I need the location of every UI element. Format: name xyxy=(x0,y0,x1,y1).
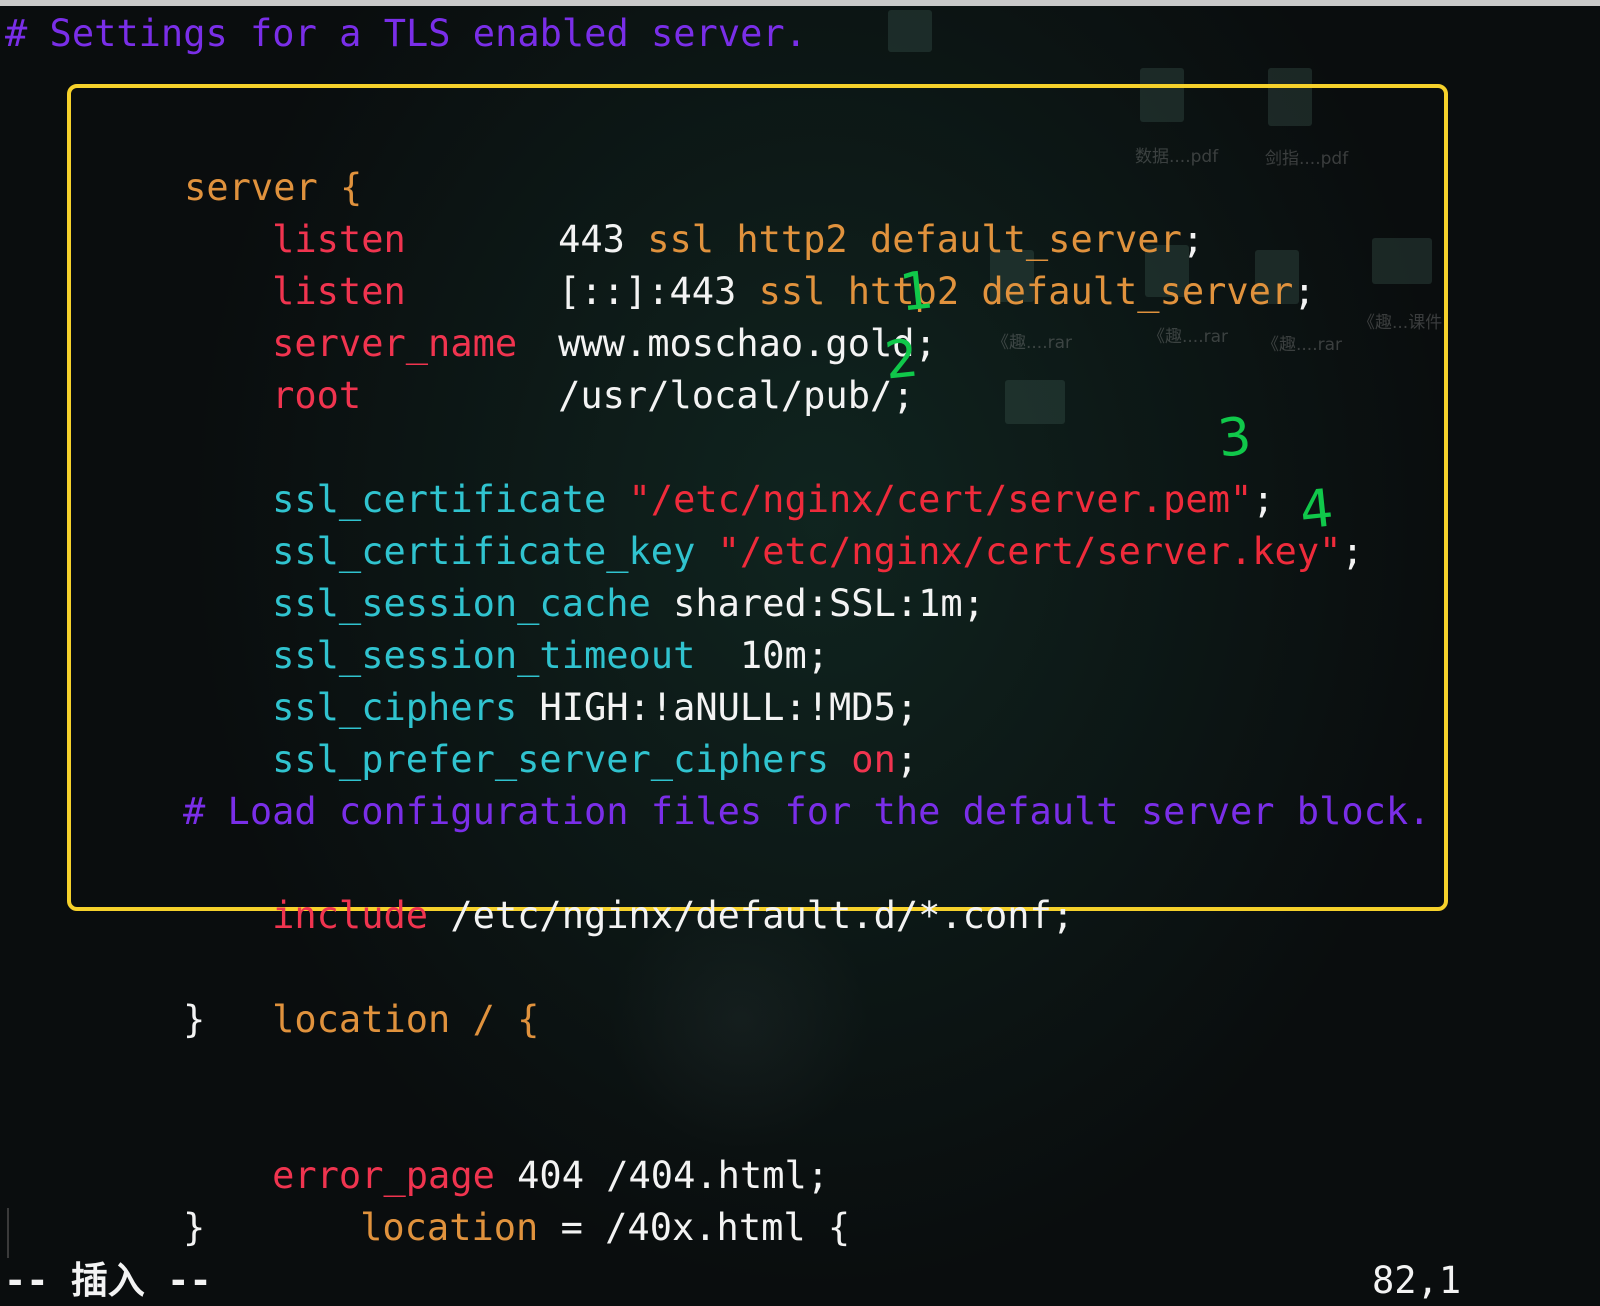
vim-mode-indicator: -- 插入 -- xyxy=(4,1259,212,1302)
code-line-include: include /etc/nginx/default.d/*.conf; xyxy=(183,838,1074,937)
code-line-location-40x-close: } xyxy=(183,1206,206,1249)
text-cursor xyxy=(7,1208,9,1258)
code-line-server-name: server_name xyxy=(183,266,517,365)
code-line-ssl-ciphers: ssl_ciphers HIGH:!aNULL:!MD5; xyxy=(183,630,918,729)
code-line-location-open: location / { xyxy=(183,942,539,1041)
code-line-ssl-prefer-server-ciphers: ssl_prefer_server_ciphers on; xyxy=(183,682,918,781)
code-line-ssl-certificate-key: ssl_certificate_key "/etc/nginx/cert/ser… xyxy=(183,474,1364,573)
semicolon: ; xyxy=(1341,530,1364,573)
location-40x-value: = /40x.html { xyxy=(560,1206,851,1249)
server-block-open: server { xyxy=(95,110,362,209)
code-line-root-value: /usr/local/pub/; xyxy=(469,318,914,417)
semicolon: ; xyxy=(1293,270,1316,313)
code-line-listen-2-value: [::]:443 ssl http2 default_server; xyxy=(469,214,1315,313)
code-line-location-40x: location = /40x.html { xyxy=(271,1150,850,1249)
code-line-listen-1: listen xyxy=(183,162,406,261)
code-line-root: root xyxy=(183,318,361,417)
annotation-number: 3 xyxy=(1214,406,1255,470)
root-value: /usr/local/pub/; xyxy=(558,374,915,417)
annotation-number: 2 xyxy=(881,328,922,392)
code-line-location-close: } xyxy=(183,998,206,1041)
code-line-server-name-value: www.moschao.gold; xyxy=(469,266,937,365)
location-open: location / { xyxy=(272,998,540,1041)
annotation-number: 4 xyxy=(1296,478,1337,542)
directive-root: root xyxy=(272,374,362,417)
cursor-position: 82,1 xyxy=(1372,1259,1462,1302)
annotation-number: 1 xyxy=(896,260,937,324)
directive-include: include xyxy=(272,894,429,937)
code-line-error-page: error_page 404 /404.html; xyxy=(183,1098,829,1197)
include-value: /etc/nginx/default.d/*.conf; xyxy=(450,894,1075,937)
load-config-comment: # Load configuration files for the defau… xyxy=(183,790,1431,833)
code-line-ssl-session-cache: ssl_session_cache shared:SSL:1m; xyxy=(183,526,985,625)
code-line-listen-1-value: 443 ssl http2 default_server; xyxy=(469,162,1204,261)
location-40x-keyword: location xyxy=(360,1206,539,1249)
header-comment: # Settings for a TLS enabled server. xyxy=(5,12,807,55)
directive-ssl-prefer-server-ciphers: ssl_prefer_server_ciphers xyxy=(272,738,830,781)
code-line-ssl-certificate: ssl_certificate "/etc/nginx/cert/server.… xyxy=(183,422,1274,521)
semicolon: ; xyxy=(895,738,919,781)
code-line-ssl-session-timeout: ssl_session_timeout 10m; xyxy=(183,578,829,677)
code-line-listen-2: listen xyxy=(183,214,406,313)
vim-editor[interactable]: # Settings for a TLS enabled server. ser… xyxy=(0,0,1600,1306)
ssl-prefer-server-ciphers-value: on xyxy=(851,738,896,781)
